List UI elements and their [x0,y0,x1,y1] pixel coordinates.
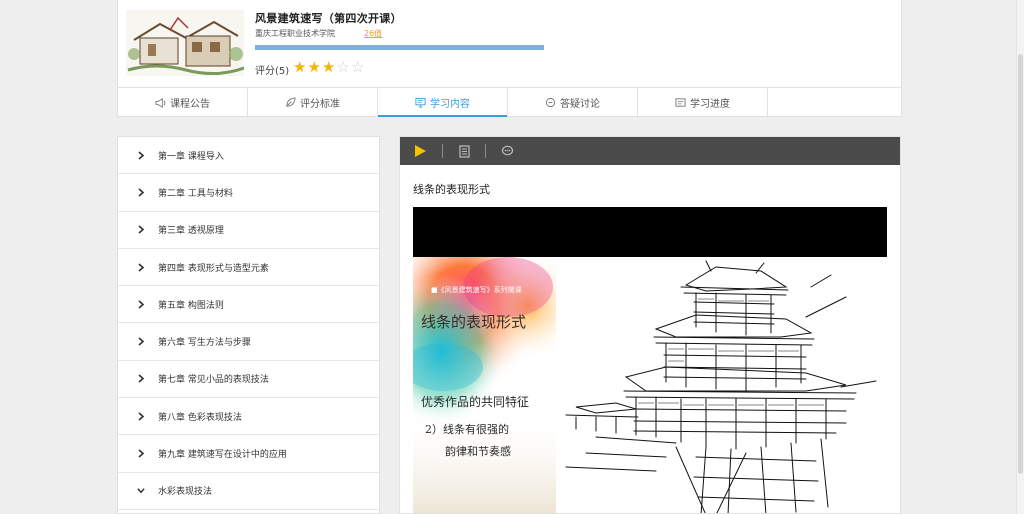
video-black-bar [413,207,887,257]
school-name: 重庆工程职业技术学院 [255,29,335,38]
scrollbar-thumb[interactable] [1018,54,1023,474]
chevron-right-icon [136,374,146,384]
megaphone-icon [155,97,166,108]
star-icon[interactable]: ★ [293,59,306,75]
sketch-illustration [556,257,887,513]
chapter-item[interactable]: 第四章 表现形式与造型元素 [118,249,379,287]
chat-icon [545,97,556,107]
progress-icon [675,97,686,107]
discussion-icon [501,145,513,156]
tab-label: 学习内容 [430,98,470,110]
chapter-label: 第五章 构图法则 [158,300,224,311]
chevron-right-icon [136,337,146,347]
course-title[interactable]: 风景建筑速写（第四次开课） [255,10,402,26]
chapter-item[interactable]: 第六章 写生方法与步骤 [118,323,379,361]
watercolor-splash [413,257,556,513]
chevron-right-icon [136,449,146,459]
chapter-label: 第六章 写生方法与步骤 [158,338,251,349]
video-player[interactable]: ■《风景建筑速写》系列微课 线条的表现形式 优秀作品的共同特征 2）线条有很强的… [413,207,887,513]
chapter-label: 第九章 建筑速写在设计中的应用 [158,450,287,461]
stilt-house-sketch [565,260,877,513]
content-toolbar [400,137,900,165]
course-header-card: 风景建筑速写（第四次开课） 重庆工程职业技术学院 26值 评分(5) ★ ★ ★ ☆ ☆ [117,0,902,88]
star-icon[interactable]: ☆ [351,59,364,75]
slide-point-line-1: 2）线条有很强的 [425,423,509,436]
chevron-right-icon [136,262,146,272]
chapter-label: 第三章 透视原理 [158,226,224,237]
chapter-item[interactable]: 第九章 建筑速写在设计中的应用 [118,435,379,473]
chapter-label: 第四章 表现形式与造型元素 [158,263,269,274]
course-progress-bar [255,45,544,50]
chapter-item[interactable]: 第七章 常见小品的表现技法 [118,361,379,399]
chapter-label: 第二章 工具与材料 [158,188,233,199]
chapter-item[interactable]: 第二章 工具与材料 [118,174,379,212]
tab-label: 评分标准 [300,98,340,110]
slide-text-panel: ■《风景建筑速写》系列微课 线条的表现形式 优秀作品的共同特征 2）线条有很强的… [413,257,556,513]
tab-progress[interactable]: 学习进度 [638,88,768,116]
chapter-label: 第八章 色彩表现技法 [158,412,242,423]
chevron-right-icon [136,187,146,197]
learner-count-link[interactable]: 26值 [364,28,382,39]
video-slide: ■《风景建筑速写》系列微课 线条的表现形式 优秀作品的共同特征 2）线条有很强的… [413,257,887,513]
rating-label: 评分(5) [255,66,290,77]
slide-subheading: 优秀作品的共同特征 [421,395,530,409]
lesson-title: 线条的表现形式 [413,183,490,196]
chapter-label: 第一章 课程导入 [158,151,224,162]
star-icon[interactable]: ★ [307,59,320,75]
slide-series-label: ■《风景建筑速写》系列微课 [431,286,522,294]
leaf-icon [286,96,296,107]
course-thumbnail[interactable] [126,10,244,76]
star-icon[interactable]: ★ [322,59,335,75]
course-progress-fill [255,45,544,50]
chevron-right-icon [136,299,146,309]
tab-discussion[interactable]: 答疑讨论 [508,88,638,116]
slide-point-line-2: 韵律和节奏感 [445,445,511,458]
chevron-right-icon [136,150,146,160]
chapter-item[interactable]: 第五章 构图法则 [118,286,379,324]
chapter-label: 水彩表现技法 [158,487,213,498]
tab-announcements[interactable]: 课程公告 [118,88,248,116]
rating-stars: ★ ★ ★ ☆ ☆ [293,59,364,75]
chapter-list: 第一章 课程导入 第二章 工具与材料 第三章 透视原理第四章 表现形式与造型元素 第五… [117,136,380,514]
tab-label: 答疑讨论 [560,98,600,110]
page-scrollbar[interactable] [1016,0,1024,514]
chapter-item[interactable]: 第三章 透视原理 [118,212,379,249]
chapter-item[interactable]: 第八章 色彩表现技法 [118,398,379,436]
document-button[interactable] [443,137,485,165]
chevron-down-icon [136,486,146,496]
chevron-right-icon [136,411,146,421]
discussion-button[interactable] [486,137,528,165]
chapter-label: 第七章 常见小品的表现技法 [158,375,269,386]
chevron-right-icon [136,225,146,235]
course-tabs: 课程公告 评分标准 学习内容 答疑讨论 学习进度 [117,87,902,117]
chapter-item[interactable]: 第一章 课程导入 [118,137,379,175]
document-icon [458,144,470,158]
play-button[interactable] [414,137,442,165]
monitor-icon [415,97,426,108]
tab-label: 课程公告 [170,98,210,110]
tab-label: 学习进度 [690,98,730,110]
tab-content[interactable]: 学习内容 [378,88,508,117]
play-icon [415,145,426,157]
slide-heading: 线条的表现形式 [421,313,527,331]
tab-grading[interactable]: 评分标准 [248,88,378,116]
chapter-item[interactable]: 水彩表现技法 [118,473,379,510]
content-panel: 线条的表现形式 ■《风景建筑速写》系列微课 线条的表现形式 优秀作品的共同特征 … [399,136,901,514]
star-icon[interactable]: ☆ [336,59,349,75]
